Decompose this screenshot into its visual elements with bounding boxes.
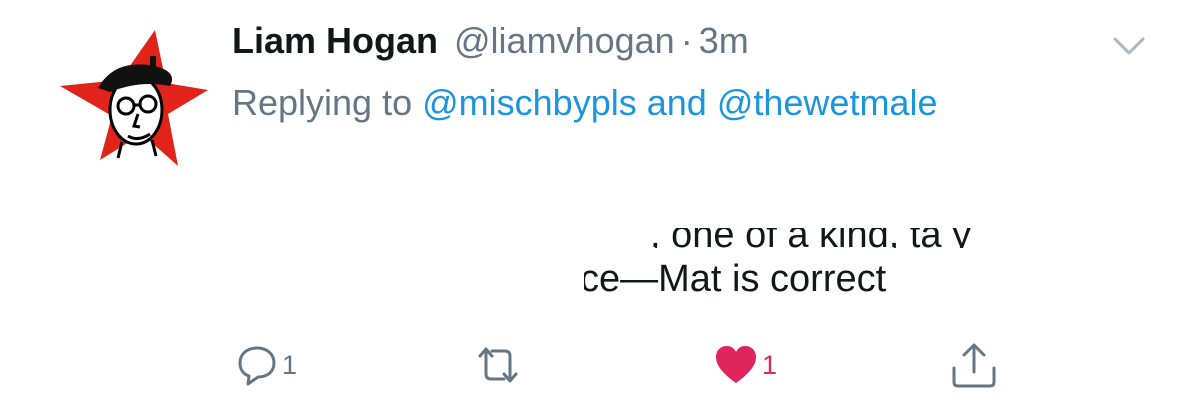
text-clip-mask	[580, 258, 584, 310]
mention-link-mischbypls[interactable]: @mischbypls	[422, 82, 637, 123]
mention-link-thewetmale[interactable]: @thewetmale	[717, 82, 938, 123]
tweet-header: Liam Hogan @liamvhogan · 3m	[232, 20, 749, 72]
like-button[interactable]: 1	[714, 340, 777, 390]
chevron-down-icon	[1113, 37, 1145, 55]
separator-dot: ·	[680, 20, 693, 61]
like-count: 1	[762, 349, 778, 380]
retweet-button[interactable]	[474, 340, 522, 390]
share-button[interactable]	[950, 340, 998, 390]
reply-icon	[238, 346, 276, 386]
tweet-actions: 1 1	[0, 330, 1200, 400]
tweet-body-partial-line: , one of a kind, ta y	[580, 228, 1100, 248]
reply-count: 1	[282, 349, 298, 380]
share-icon	[952, 343, 996, 388]
timestamp[interactable]: 3m	[699, 20, 749, 62]
tweet-body: ce—Mat is correct	[580, 258, 1100, 310]
avatar-star-icon	[60, 30, 208, 166]
author-name[interactable]: Liam Hogan	[232, 20, 438, 62]
avatar[interactable]	[60, 28, 210, 168]
replying-prefix: Replying to	[232, 82, 413, 123]
reply-button[interactable]: 1	[236, 340, 297, 390]
mention-conjunction: and	[646, 82, 707, 123]
author-handle[interactable]: @liamvhogan	[454, 20, 675, 62]
more-options-button[interactable]	[1112, 34, 1146, 58]
tweet-text-line-1: , one of a kind, ta y	[650, 228, 971, 248]
tweet-text-line-2: ce—Mat is correct	[580, 258, 887, 300]
retweet-icon	[478, 347, 518, 383]
replying-to-line: Replying to @mischbypls and @thewetmale	[232, 82, 937, 124]
heart-icon	[716, 346, 756, 383]
tweet: Liam Hogan @liamvhogan · 3m Replying to …	[0, 0, 1200, 414]
